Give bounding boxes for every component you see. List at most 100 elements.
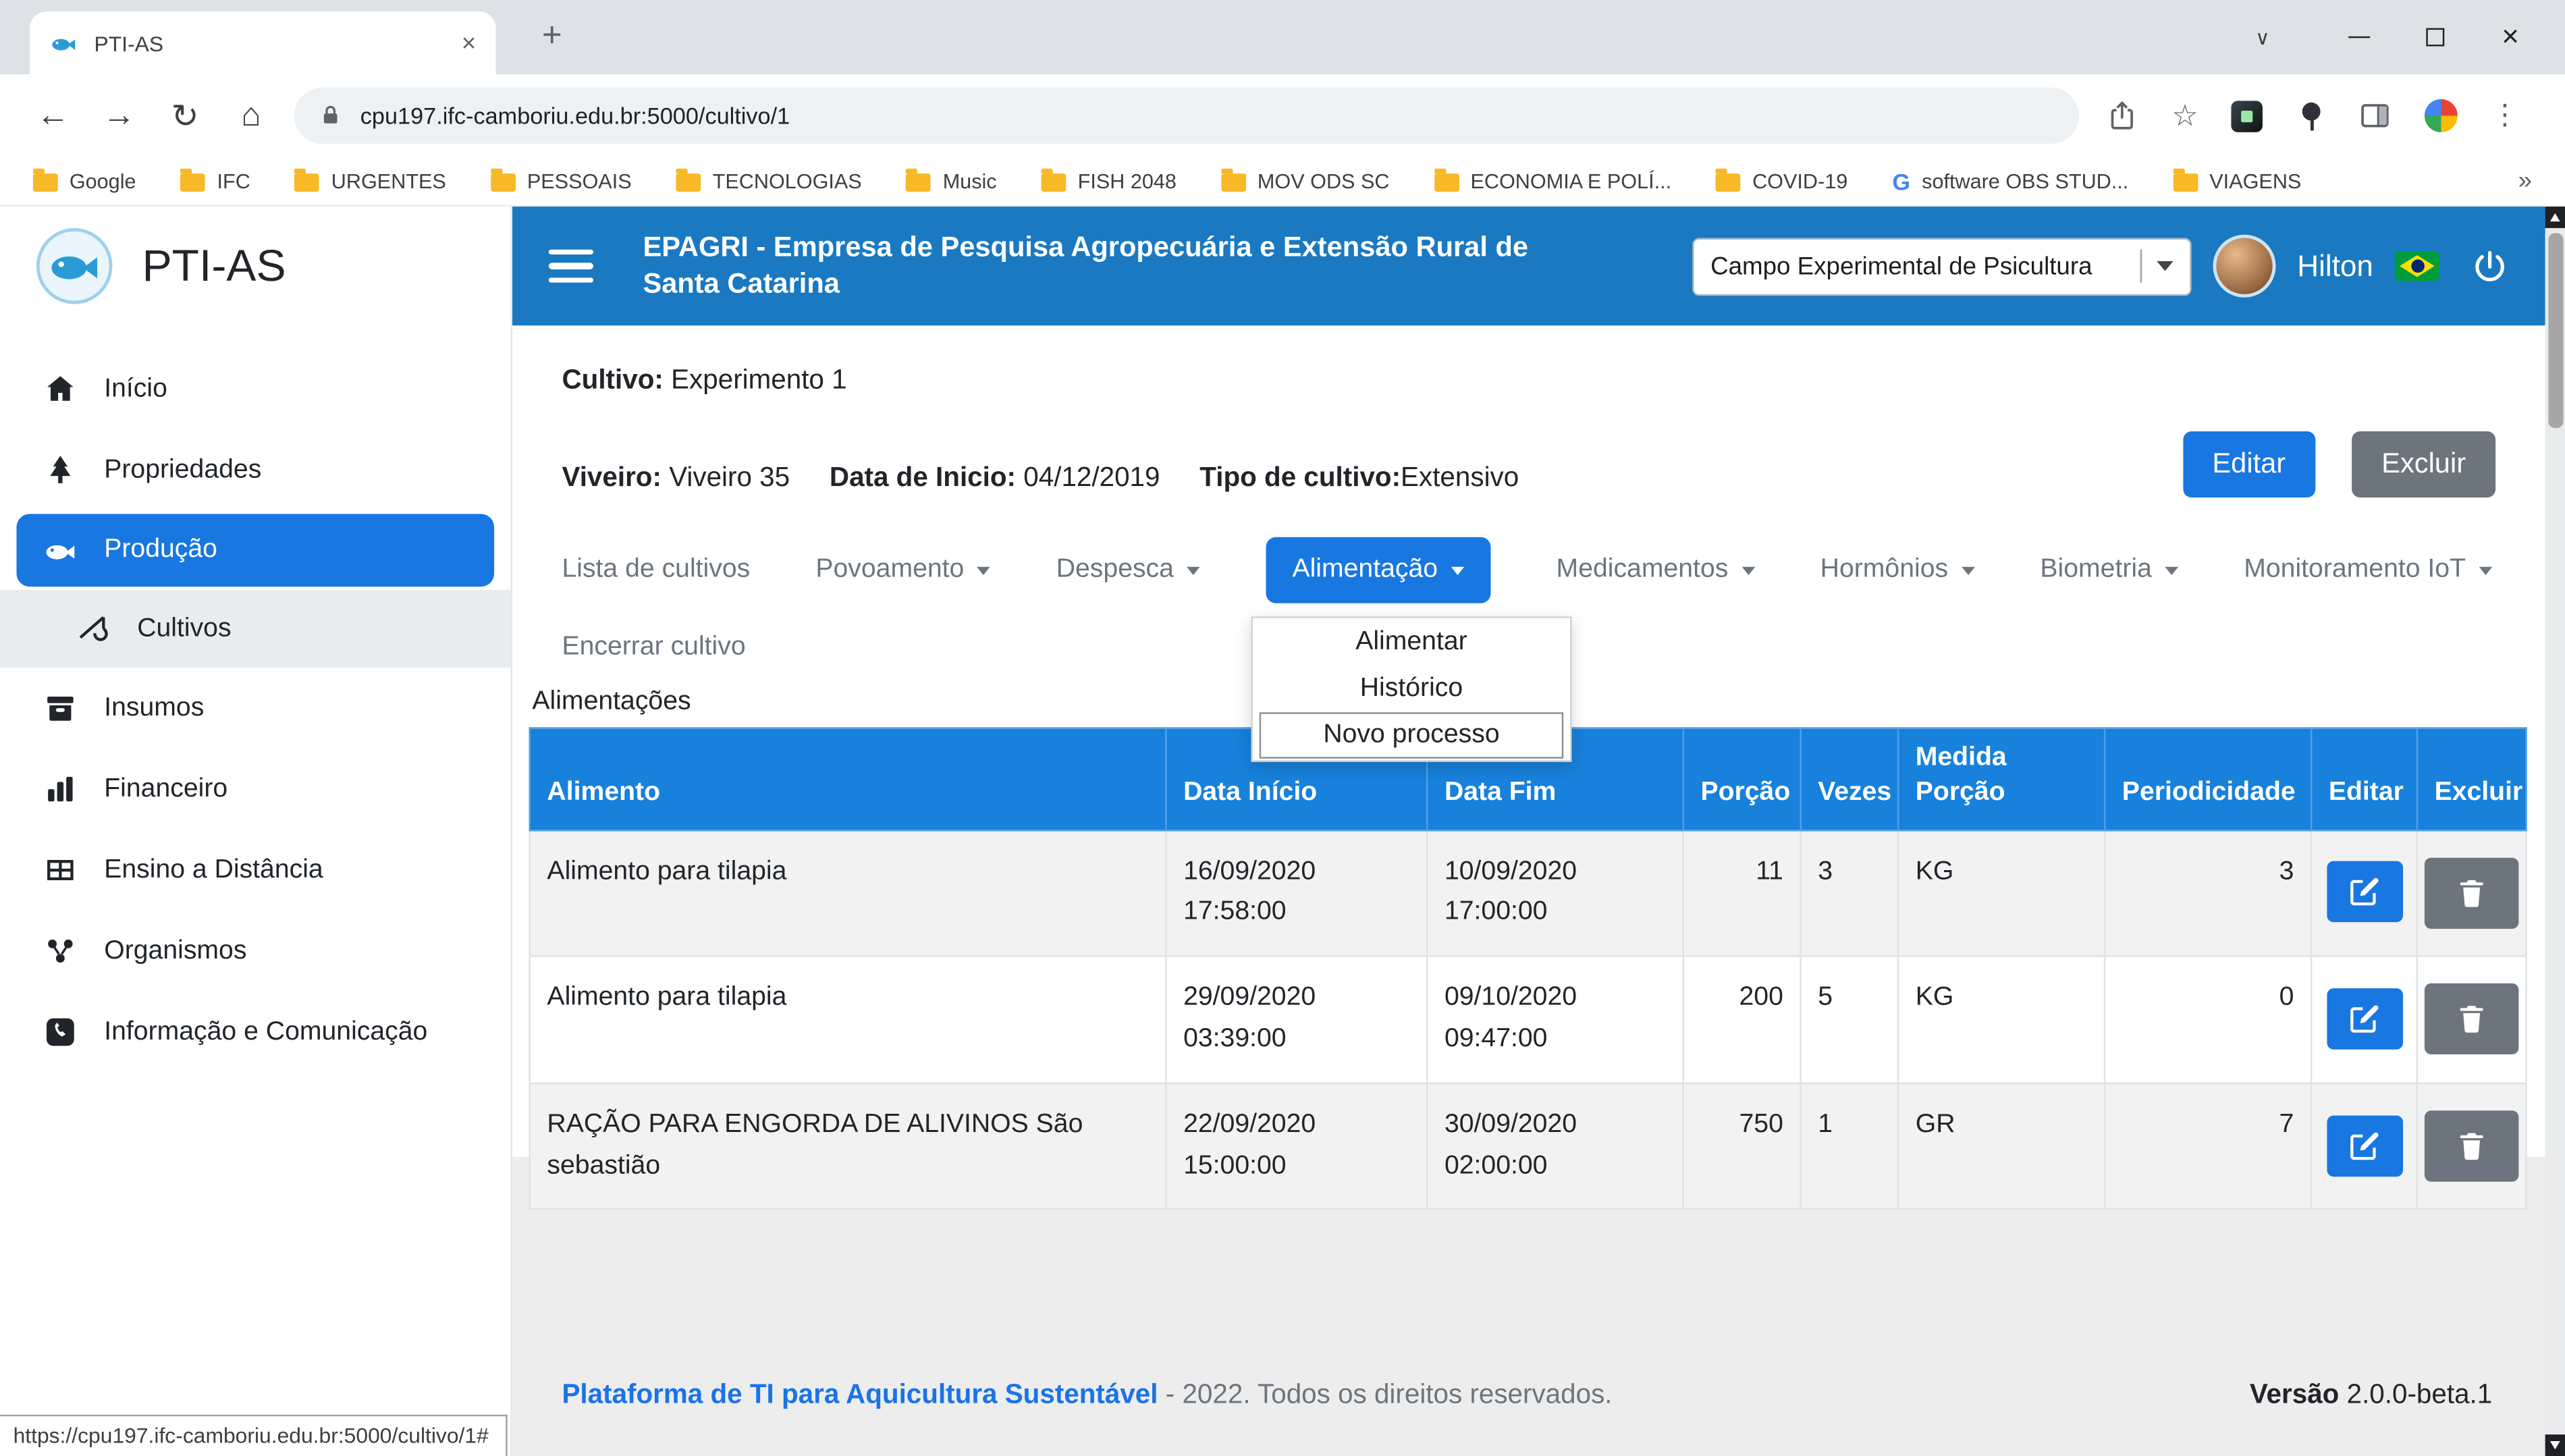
footer-brand-link[interactable]: Plataforma de TI para Aquicultura Susten…: [562, 1380, 1158, 1409]
fishing-rod-icon: [76, 612, 111, 646]
bookmark-google[interactable]: Google: [33, 169, 136, 192]
folder-icon: [1042, 173, 1066, 192]
sidebar-item-organismos[interactable]: Organismos: [0, 911, 511, 992]
share-icon[interactable]: [2105, 99, 2138, 132]
home-button[interactable]: ⌂: [218, 97, 284, 134]
trash-icon: [2454, 1002, 2489, 1037]
tab-biometria[interactable]: Biometria: [2040, 556, 2178, 585]
minimize-button[interactable]: [2321, 0, 2397, 74]
extension-icon[interactable]: [2232, 100, 2263, 132]
scrollbar-down-button[interactable]: [2545, 1434, 2565, 1456]
farm-select[interactable]: Campo Experimental de Psicultura: [1692, 237, 2191, 295]
cell-data-fim: 09/10/2020 09:47:00: [1427, 956, 1683, 1083]
sidebar-item-informacao-e-comunicacao[interactable]: Informação e Comunicação: [0, 992, 511, 1073]
address-bar[interactable]: cpu197.ifc-camboriu.edu.br:5000/cultivo/…: [294, 88, 2079, 144]
tab-encerrar-cultivo[interactable]: Encerrar cultivo: [562, 633, 745, 663]
bookmark-pessoais[interactable]: PESSOAIS: [491, 169, 632, 192]
forward-button[interactable]: →: [86, 97, 152, 134]
reload-button[interactable]: ↻: [152, 95, 218, 136]
row-edit-button[interactable]: [2326, 1115, 2402, 1177]
browser-window: PTI-AS × + ∨ × ← → ↻ ⌂ cpu197.ifc-cambor…: [0, 0, 2565, 1456]
user-avatar[interactable]: [2213, 235, 2275, 298]
menu-item-historico[interactable]: Histórico: [1260, 666, 1564, 713]
bookmark-covid-19[interactable]: COVID-19: [1716, 169, 1847, 192]
bookmark-ifc[interactable]: IFC: [181, 169, 250, 192]
cell-porcao: 750: [1683, 1083, 1801, 1210]
version-value: 2.0.0-beta.1: [2347, 1380, 2493, 1409]
tab-label: Biometria: [2040, 556, 2151, 585]
sidebar-item-label: Início: [104, 375, 167, 404]
theme-pinwheel-icon[interactable]: [2425, 99, 2458, 132]
row-edit-button[interactable]: [2326, 862, 2402, 923]
bookmark-music[interactable]: Music: [907, 169, 997, 192]
pin-extension-icon[interactable]: [2296, 101, 2325, 130]
back-button[interactable]: ←: [20, 97, 86, 134]
tab-despesca[interactable]: Despesca: [1056, 556, 1200, 585]
topbar-right-group: Campo Experimental de Psicultura Hilton: [1692, 235, 2509, 298]
sidebar-item-insumos[interactable]: Insumos: [0, 668, 511, 749]
cultivo-tabs: Lista de cultivos Povoamento Despesca Al…: [562, 537, 2492, 603]
bookmark-label: COVID-19: [1752, 169, 1847, 192]
bookmark-label: software OBS STUD...: [1922, 169, 2128, 192]
logout-power-icon[interactable]: [2470, 247, 2508, 285]
app-logo[interactable]: PTI-AS: [0, 207, 511, 325]
bookmark-economia[interactable]: ECONOMIA E POLÍ...: [1434, 169, 1672, 192]
bookmark-fish-2048[interactable]: FISH 2048: [1042, 169, 1177, 192]
browser-menu-icon[interactable]: ⋮: [2491, 99, 2519, 132]
row-delete-button[interactable]: [2425, 1110, 2519, 1181]
tab-strip: PTI-AS × + ∨ ×: [0, 0, 2565, 74]
tab-povoamento[interactable]: Povoamento: [815, 556, 990, 585]
sidebar-item-cultivos[interactable]: Cultivos: [0, 590, 511, 668]
vertical-scrollbar[interactable]: [2545, 207, 2565, 1456]
sidebar-item-ensino-a-distancia[interactable]: Ensino a Distância: [0, 830, 511, 911]
scrollbar-thumb[interactable]: [2547, 233, 2562, 428]
more-bookmarks-button[interactable]: »: [2518, 167, 2532, 195]
sidebar-item-producao[interactable]: Produção: [16, 514, 494, 587]
menu-item-novo-processo[interactable]: Novo processo: [1260, 712, 1564, 759]
tab-monitoramento-iot[interactable]: Monitoramento IoT: [2244, 556, 2492, 585]
maximize-button[interactable]: [2396, 0, 2473, 74]
tab-lista-de-cultivos[interactable]: Lista de cultivos: [562, 556, 750, 585]
excluir-button[interactable]: Excluir: [2352, 431, 2495, 497]
scrollbar-up-button[interactable]: [2545, 207, 2565, 228]
folder-icon: [1716, 173, 1741, 192]
tab-close-icon[interactable]: ×: [462, 29, 476, 57]
cultivo-info-row: Viveiro: Viveiro 35 Data de Inicio: 04/1…: [562, 463, 1519, 495]
caret-down-icon: [2479, 566, 2493, 574]
bookmark-obs-studio[interactable]: Gsoftware OBS STUD...: [1892, 168, 2128, 194]
google-g-icon: G: [1892, 168, 1910, 194]
fish-logo-icon: [36, 228, 113, 304]
cell-data-fim: 10/09/2020 17:00:00: [1427, 830, 1683, 956]
tab-search-chevron-icon[interactable]: ∨: [2225, 0, 2301, 74]
sidebar-item-financeiro[interactable]: Financeiro: [0, 749, 511, 830]
tab-alimentacao[interactable]: Alimentação: [1266, 537, 1490, 603]
side-panel-icon[interactable]: [2358, 99, 2392, 132]
new-tab-button[interactable]: +: [529, 14, 576, 60]
trash-icon: [2454, 875, 2489, 910]
bookmark-urgentes[interactable]: URGENTES: [295, 169, 446, 192]
bookmark-mov-ods-sc[interactable]: MOV ODS SC: [1221, 169, 1389, 192]
url-text: cpu197.ifc-camboriu.edu.br:5000/cultivo/…: [360, 103, 790, 129]
browser-tab[interactable]: PTI-AS ×: [30, 11, 495, 74]
menu-item-alimentar[interactable]: Alimentar: [1260, 620, 1564, 666]
editar-button[interactable]: Editar: [2182, 431, 2315, 497]
bookmark-star-icon[interactable]: ☆: [2171, 99, 2198, 132]
app-topbar: EPAGRI - Empresa de Pesquisa Agropecuári…: [512, 207, 2545, 325]
sidebar-item-inicio[interactable]: Início: [0, 349, 511, 430]
tab-hormonios[interactable]: Hormônios: [1820, 556, 1975, 585]
folder-icon: [676, 173, 701, 192]
tab-medicamentos[interactable]: Medicamentos: [1557, 556, 1755, 585]
bookmark-tecnologias[interactable]: TECNOLOGIAS: [676, 169, 862, 192]
bookmark-label: PESSOAIS: [527, 169, 632, 192]
brazil-flag-icon[interactable]: [2395, 251, 2439, 281]
row-delete-button[interactable]: [2425, 984, 2519, 1055]
window-close-button[interactable]: ×: [2473, 0, 2549, 74]
bookmark-viagens[interactable]: VIAGENS: [2173, 169, 2301, 192]
row-edit-button[interactable]: [2326, 988, 2402, 1050]
menu-toggle-button[interactable]: [549, 249, 593, 283]
sidebar-item-propriedades[interactable]: Propriedades: [0, 430, 511, 511]
cell-data-inicio: 22/09/2020 15:00:00: [1166, 1083, 1427, 1210]
cell-vezes: 3: [1801, 830, 1898, 956]
bookmark-label: MOV ODS SC: [1258, 169, 1390, 192]
row-delete-button[interactable]: [2425, 857, 2519, 928]
